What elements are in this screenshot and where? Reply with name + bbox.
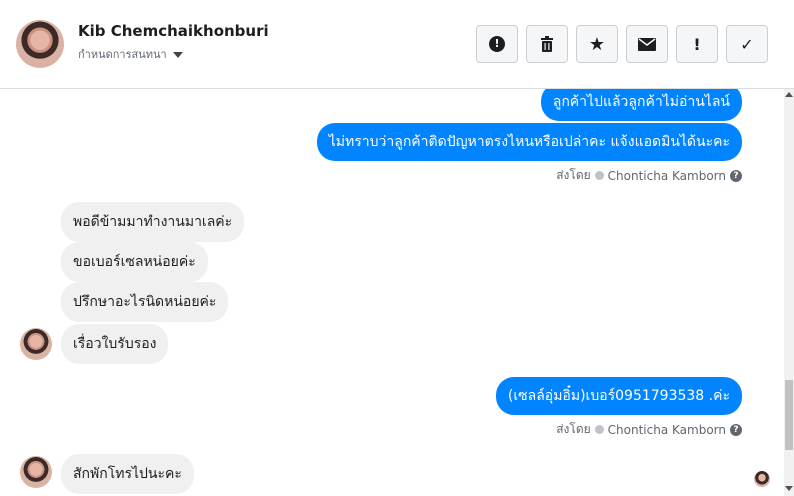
incoming-message[interactable]: เรื่อวใบรับรอง <box>61 324 169 364</box>
seen-indicator-avatar <box>754 471 770 487</box>
contact-avatar-small[interactable] <box>20 328 52 360</box>
sent-by-line: ส่งโดย Chonticha Kamborn ? <box>556 166 742 185</box>
report-icon: ! <box>489 36 505 52</box>
caret-down-icon <box>172 52 183 58</box>
contact-avatar[interactable] <box>16 20 64 68</box>
verified-icon <box>594 171 604 180</box>
incoming-message[interactable]: ขอเบอร์เซลหน่อยค่ะ <box>61 242 208 282</box>
mark-unread-button[interactable] <box>626 25 668 63</box>
sender-name[interactable]: Chonticha Kamborn <box>608 423 726 437</box>
check-icon: ✓ <box>740 34 754 54</box>
mark-done-button[interactable]: ✓ <box>726 25 768 63</box>
delete-button[interactable] <box>526 25 568 63</box>
exclamation-icon: ! <box>693 34 701 54</box>
help-icon[interactable]: ? <box>730 169 742 182</box>
sent-by-label: ส่งโดย <box>556 168 591 182</box>
trash-icon <box>541 36 553 52</box>
scrollbar-thumb[interactable] <box>785 380 793 450</box>
conversation-header: Kib Chemchaikhonburi กำหนดการสนทนา ! ★ !… <box>0 0 794 89</box>
verified-icon <box>594 425 604 434</box>
outgoing-message[interactable]: ไม่ทราบว่าลูกค้าติดปัญหาตรงไหนหรือเปล่าค… <box>316 123 742 161</box>
conversation-status-dropdown[interactable]: กำหนดการสนทนา <box>78 45 183 63</box>
action-toolbar: ! ★ ! ✓ <box>476 25 768 63</box>
incoming-message[interactable]: สักพักโทรไปนะคะ <box>61 454 194 494</box>
mark-spam-button[interactable]: ! <box>676 25 718 63</box>
star-icon: ★ <box>588 33 606 55</box>
contact-avatar-small[interactable] <box>20 456 52 488</box>
star-button[interactable]: ★ <box>576 25 618 63</box>
mail-icon <box>638 37 656 51</box>
contact-name[interactable]: Kib Chemchaikhonburi <box>78 22 269 40</box>
conversation-status-label: กำหนดการสนทนา <box>78 48 167 61</box>
help-icon[interactable]: ? <box>730 423 742 436</box>
scroll-up-arrow-icon[interactable] <box>785 92 793 97</box>
incoming-message[interactable]: พอดีข้ามมาทำงานมาเลค่ะ <box>61 202 245 242</box>
outgoing-message[interactable]: (เซลล์อุ่มอิ๋ม)เบอร์0951793538 .ค่ะ <box>495 377 742 415</box>
sent-by-line: ส่งโดย Chonticha Kamborn ? <box>556 420 742 439</box>
report-button[interactable]: ! <box>476 25 518 63</box>
sender-name[interactable]: Chonticha Kamborn <box>608 169 726 183</box>
message-thread[interactable]: ลูกค้าไปแล้วลูกค้าไม่อ่านไลน์ ไม่ทราบว่า… <box>0 89 784 496</box>
outgoing-message[interactable]: ลูกค้าไปแล้วลูกค้าไม่อ่านไลน์ <box>540 89 742 121</box>
sent-by-label: ส่งโดย <box>556 422 591 436</box>
incoming-message[interactable]: ปรึกษาอะไรนิดหน่อยค่ะ <box>61 282 229 322</box>
scroll-down-arrow-icon[interactable] <box>785 486 793 491</box>
